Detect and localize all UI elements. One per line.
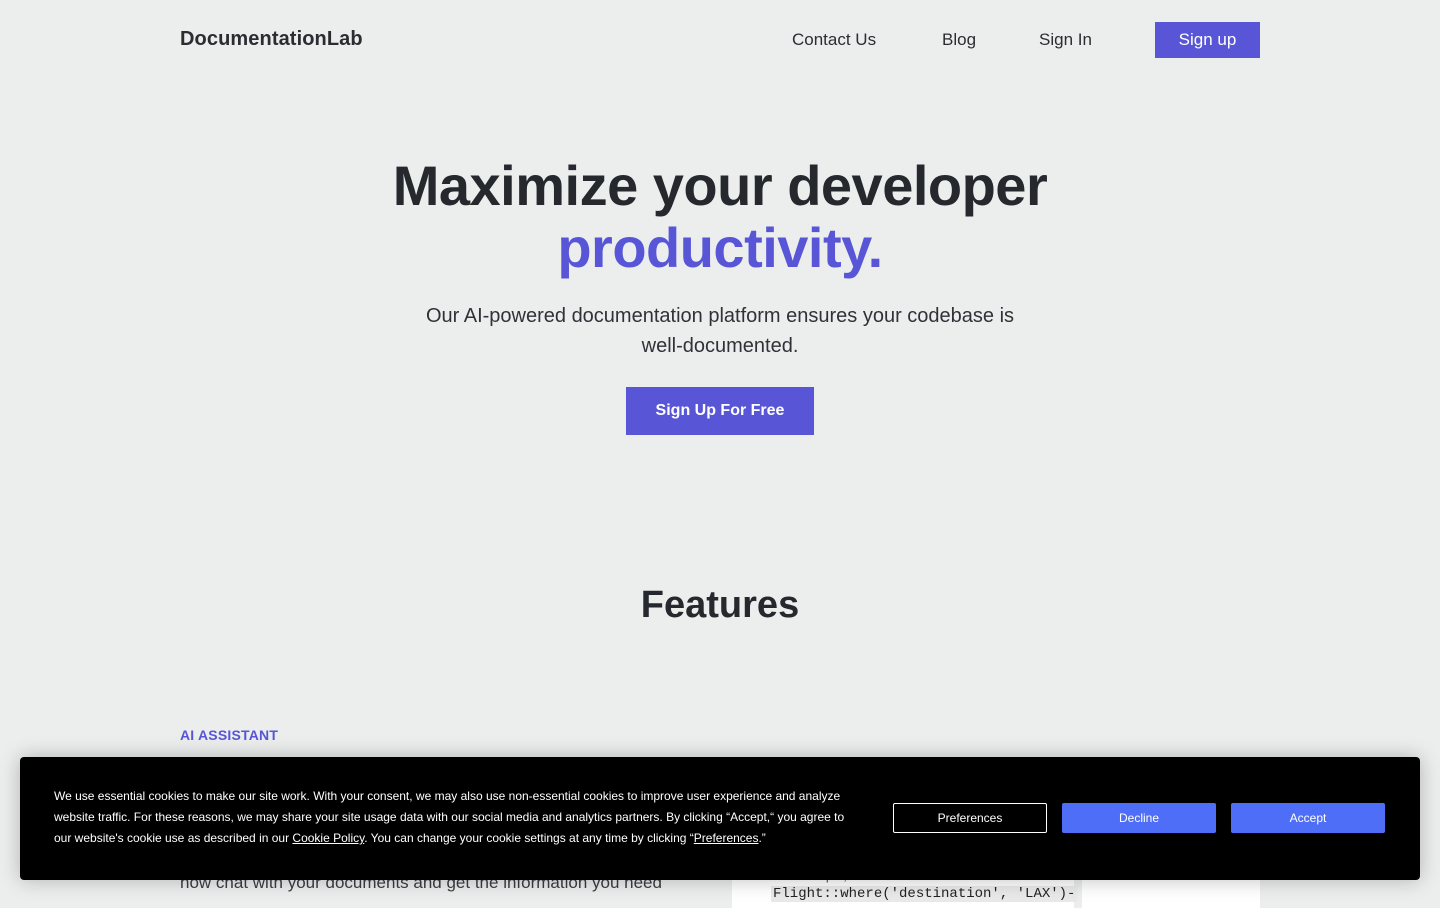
cookie-decline-button[interactable]: Decline xyxy=(1062,803,1216,833)
hero-title-accent: productivity. xyxy=(557,216,883,279)
hero-signup-free-button[interactable]: Sign Up For Free xyxy=(626,387,814,435)
top-nav: DocumentationLab Contact Us Blog Sign In… xyxy=(0,0,1440,80)
cookie-policy-link[interactable]: Cookie Policy xyxy=(292,831,364,845)
hero-title-main: Maximize your developer xyxy=(392,154,1048,217)
hero-subtitle: Our AI-powered documentation platform en… xyxy=(425,305,1015,357)
cookie-banner: We use essential cookies to make our sit… xyxy=(20,757,1420,880)
cookie-message: We use essential cookies to make our sit… xyxy=(54,786,864,849)
nav-link-blog[interactable]: Blog xyxy=(942,30,976,50)
hero-title: Maximize your developer productivity. xyxy=(0,155,1440,279)
hero-section: Maximize your developer productivity. Ou… xyxy=(0,155,1440,435)
nav-link-sign-in[interactable]: Sign In xyxy=(1039,30,1092,50)
nav-signup-button[interactable]: Sign up xyxy=(1155,22,1260,58)
cookie-preferences-button[interactable]: Preferences xyxy=(893,803,1047,833)
nav-link-contact-us[interactable]: Contact Us xyxy=(792,30,876,50)
features-heading: Features xyxy=(640,584,800,626)
feature-tag-ai-assistant: AI ASSISTANT xyxy=(180,727,279,743)
cookie-preferences-link[interactable]: Preferences xyxy=(694,831,759,845)
site-logo[interactable]: DocumentationLab xyxy=(180,28,363,51)
cookie-accept-button[interactable]: Accept xyxy=(1231,803,1385,833)
cookie-text-middle: . You can change your cookie settings at… xyxy=(364,831,694,845)
cookie-text-end: .” xyxy=(758,831,766,845)
